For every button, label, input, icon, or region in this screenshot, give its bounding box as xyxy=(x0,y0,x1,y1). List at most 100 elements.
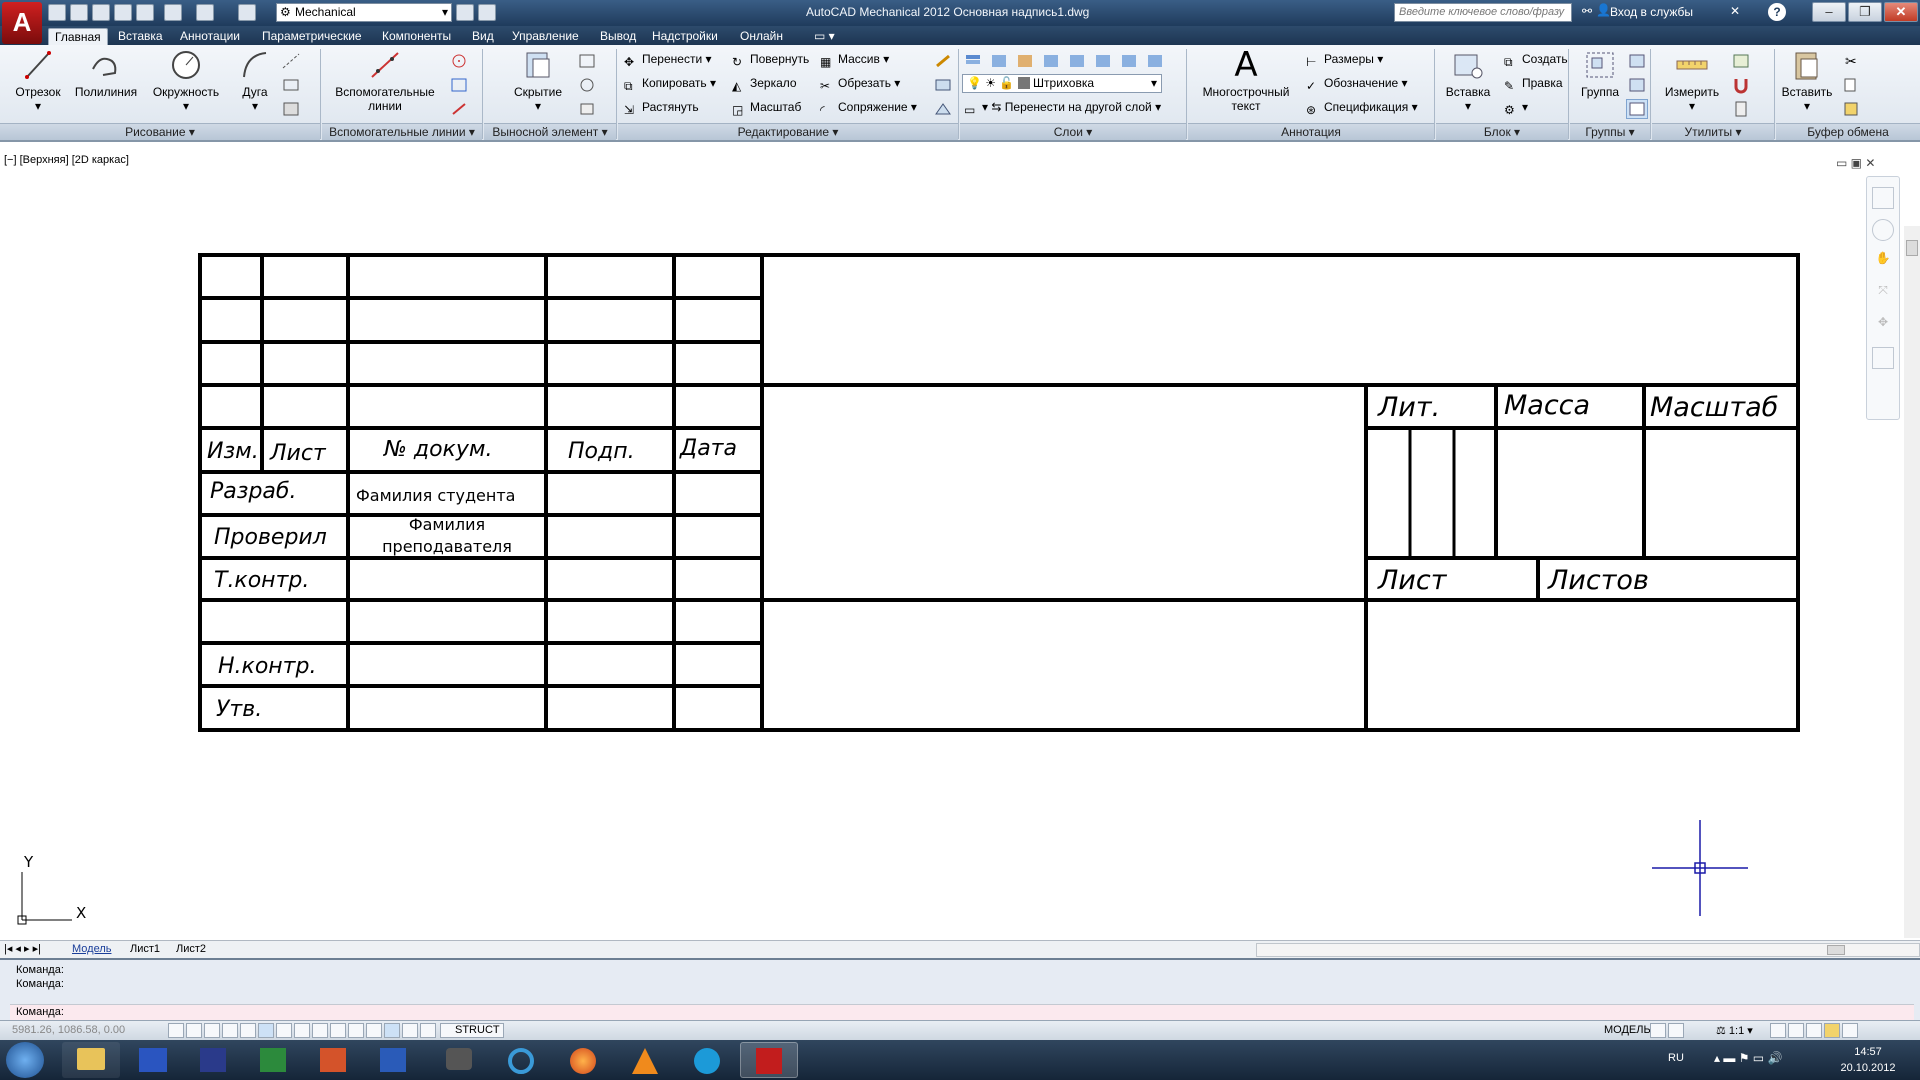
detail-edit-icon[interactable] xyxy=(576,99,598,119)
ortho-icon[interactable] xyxy=(222,1023,238,1038)
erase-icon[interactable] xyxy=(932,51,954,71)
explode-icon[interactable] xyxy=(932,75,954,95)
language-indicator[interactable]: RU xyxy=(1668,1052,1684,1064)
workspace-switch-icon[interactable] xyxy=(1770,1023,1786,1038)
tab-online[interactable]: Онлайн xyxy=(734,28,789,45)
maximize-button[interactable]: ❐ xyxy=(1848,2,1882,22)
orbit-icon[interactable]: ✥ xyxy=(1872,315,1894,337)
teacher-name-1[interactable]: Фамилия xyxy=(409,515,485,534)
hide-button[interactable]: Скрытие ▾ xyxy=(506,49,570,113)
array-button[interactable]: ▦ Массив ▾ xyxy=(820,51,889,69)
trim-button[interactable]: ✂ Обрезать ▾ xyxy=(820,75,900,93)
vertical-scroll-thumb[interactable] xyxy=(1906,240,1918,256)
skype-taskbar-icon[interactable] xyxy=(678,1042,736,1078)
quick-select-icon[interactable] xyxy=(1730,51,1752,71)
pan-icon[interactable]: ✋ xyxy=(1872,251,1894,273)
save-app-taskbar-icon[interactable] xyxy=(184,1042,242,1078)
line-button[interactable]: Отрезок ▾ xyxy=(10,49,66,113)
arc-button[interactable]: Дуга ▾ xyxy=(232,49,278,113)
hardware-accel-icon[interactable] xyxy=(1824,1023,1840,1038)
utilities-panel-title[interactable]: Утилиты ▾ xyxy=(1652,123,1774,140)
showmotion-icon[interactable] xyxy=(1872,347,1894,369)
magnet-icon[interactable] xyxy=(1730,75,1752,95)
firefox-taskbar-icon[interactable] xyxy=(554,1042,612,1078)
block-attribute-button[interactable]: ⚙ ▾ xyxy=(1504,99,1528,117)
tab-addins[interactable]: Надстройки xyxy=(646,28,724,45)
workspace-menu-icon[interactable] xyxy=(238,4,256,21)
dyn-icon[interactable] xyxy=(330,1023,346,1038)
print-icon[interactable] xyxy=(136,4,154,21)
otrack-icon[interactable] xyxy=(294,1023,310,1038)
specification-button[interactable]: ⊛ Спецификация ▾ xyxy=(1306,99,1418,117)
ungroup-icon[interactable] xyxy=(1626,51,1648,71)
layer-state-icon[interactable] xyxy=(988,51,1010,71)
struct-toggle[interactable]: STRUCT xyxy=(440,1023,504,1038)
quick-view-layouts-icon[interactable] xyxy=(1650,1023,1666,1038)
construction-panel-title[interactable]: Вспомогательные линии ▾ xyxy=(322,123,482,140)
layer-properties-icon[interactable] xyxy=(962,51,984,71)
symbols-button[interactable]: ✓ Обозначение ▾ xyxy=(1306,75,1408,93)
layer-select[interactable]: 💡 ☀ 🔓 Штриховка ▾ xyxy=(962,74,1162,93)
horizontal-scroll-thumb[interactable] xyxy=(1827,945,1845,955)
tab-sheet1[interactable]: Лист1 xyxy=(130,942,160,957)
annotation-panel-title[interactable]: Аннотация xyxy=(1188,123,1434,140)
rotate-button[interactable]: ↻ Повернуть xyxy=(732,51,809,69)
calculator-icon[interactable] xyxy=(1730,99,1752,119)
stretch-button[interactable]: ⇲ Растянуть xyxy=(624,99,699,117)
sheet-set-icon[interactable] xyxy=(478,4,496,21)
scale-button[interactable]: ◲ Масштаб xyxy=(732,99,801,117)
workspace-select[interactable]: ⚙ Mechanical ▾ xyxy=(276,3,452,22)
tab-insert[interactable]: Вставка xyxy=(112,28,169,45)
steering-wheel-icon[interactable] xyxy=(1872,219,1894,241)
tab-output[interactable]: Вывод xyxy=(594,28,642,45)
ducs-icon[interactable] xyxy=(312,1023,328,1038)
open-file-icon[interactable] xyxy=(70,4,88,21)
excel-taskbar-icon[interactable] xyxy=(244,1042,302,1078)
offset-icon[interactable] xyxy=(932,99,954,119)
drawing-canvas[interactable]: Изм. Лист № докум. Подп. Дата Разраб. Пр… xyxy=(0,146,1920,940)
tab-sheet2[interactable]: Лист2 xyxy=(176,942,206,957)
polyline-button[interactable]: Полилиния xyxy=(70,49,142,99)
edit-block-button[interactable]: ✎ Правка xyxy=(1504,75,1563,93)
exchange-icon[interactable]: ✕ xyxy=(1730,4,1740,18)
tab-parametric[interactable]: Параметрические xyxy=(256,28,368,45)
minimize-button[interactable]: – xyxy=(1812,2,1846,22)
redo-icon[interactable] xyxy=(196,4,214,21)
layer-previous-icon[interactable] xyxy=(1144,51,1166,71)
block-panel-title[interactable]: Блок ▾ xyxy=(1436,123,1568,140)
copy-clip-icon[interactable] xyxy=(1840,75,1862,95)
powerpoint-taskbar-icon[interactable] xyxy=(304,1042,362,1078)
save-icon[interactable] xyxy=(92,4,110,21)
tray-icons[interactable]: ▴ ▬ ⚑ ▭ 🔊 xyxy=(1714,1051,1782,1065)
measure-button[interactable]: Измерить ▾ xyxy=(1656,49,1728,113)
system-clock[interactable]: 14:57 20.10.2012 xyxy=(1820,1044,1916,1076)
horizontal-scrollbar[interactable] xyxy=(1256,943,1920,957)
tab-first-icon[interactable]: |◂ ◂ ▸ ▸| xyxy=(4,942,41,957)
camera-taskbar-icon[interactable] xyxy=(430,1042,488,1078)
layer-match-icon[interactable] xyxy=(1118,51,1140,71)
navigation-bar[interactable]: ✋ ⤧ ✥ xyxy=(1866,176,1900,420)
new-file-icon[interactable] xyxy=(48,4,66,21)
ribbon-options-icon[interactable]: ▭ ▾ xyxy=(808,28,841,45)
circle-button[interactable]: Окружность ▾ xyxy=(146,49,226,113)
layer-isolate-icon[interactable] xyxy=(1040,51,1062,71)
construction-line-icon[interactable] xyxy=(280,51,302,71)
layer-off-icon[interactable] xyxy=(1014,51,1036,71)
mirror-button[interactable]: ◭ Зеркало xyxy=(732,75,797,93)
lock-ui-icon[interactable] xyxy=(1788,1023,1804,1038)
zoom-icon[interactable]: ⤧ xyxy=(1872,283,1894,305)
task-manager-taskbar-icon[interactable] xyxy=(124,1042,182,1078)
application-button[interactable]: A xyxy=(2,2,42,44)
student-name[interactable]: Фамилия студента xyxy=(356,486,515,505)
groups-panel-title[interactable]: Группы ▾ xyxy=(1570,123,1650,140)
detail-panel-title[interactable]: Выносной элемент ▾ xyxy=(484,123,616,140)
tab-manage[interactable]: Управление xyxy=(506,28,585,45)
group-button[interactable]: Группа xyxy=(1576,49,1624,99)
delete-construction-icon[interactable] xyxy=(448,99,470,119)
clean-screen-icon[interactable] xyxy=(1842,1023,1858,1038)
fillet-button[interactable]: ◜ Сопряжение ▾ xyxy=(820,99,917,117)
move-to-layer-button[interactable]: ▭ ▾ ⇆ Перенести на другой слой ▾ xyxy=(964,99,1161,117)
osnap-icon[interactable] xyxy=(258,1023,274,1038)
vlc-taskbar-icon[interactable] xyxy=(616,1042,674,1078)
quick-view-drawings-icon[interactable] xyxy=(1668,1023,1684,1038)
